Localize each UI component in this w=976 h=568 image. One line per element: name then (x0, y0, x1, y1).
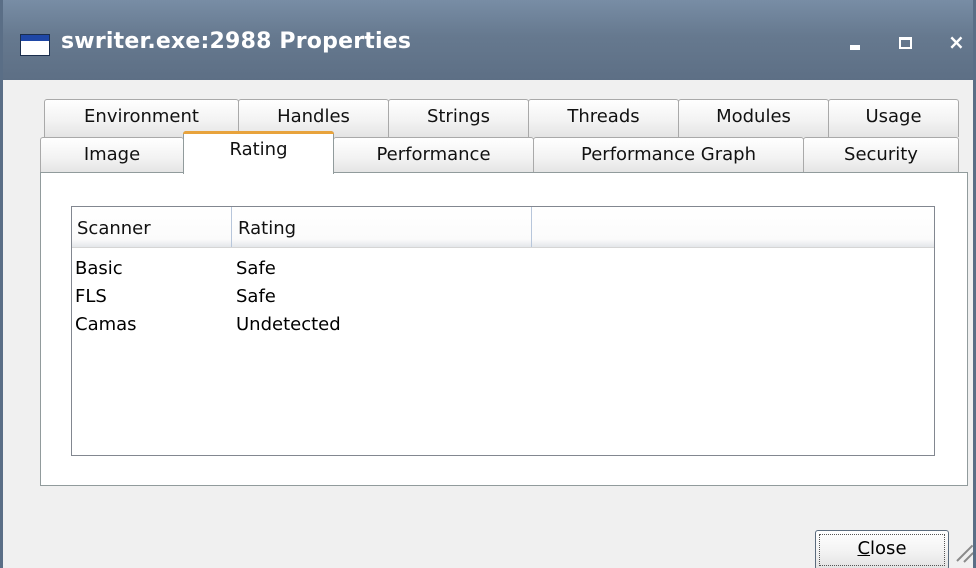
table-row[interactable]: Basic Safe (72, 255, 934, 283)
rating-cell: Safe (236, 286, 276, 307)
column-header-scanner[interactable]: Scanner (72, 207, 232, 247)
scanner-cell: Camas (75, 314, 137, 335)
rating-cell: Undetected (236, 314, 341, 335)
table-row[interactable]: Camas Undetected (72, 311, 934, 339)
resize-grip-icon[interactable] (953, 540, 973, 563)
rating-list-view[interactable]: Scanner Rating Basic Safe FLS Safe Camas… (71, 206, 935, 456)
title-bar[interactable]: swriter.exe:2988 Properties × (3, 0, 973, 80)
table-row[interactable]: FLS Safe (72, 283, 934, 311)
close-icon: × (948, 30, 965, 54)
tab-performance-graph[interactable]: Performance Graph (533, 137, 804, 173)
tab-usage[interactable]: Usage (828, 99, 959, 137)
scanner-cell: Basic (75, 258, 123, 279)
tab-rating[interactable]: Rating (183, 131, 334, 174)
tab-threads[interactable]: Threads (528, 99, 679, 137)
rating-cell: Safe (236, 258, 276, 279)
maximize-button[interactable] (890, 28, 920, 58)
column-header-rating[interactable]: Rating (232, 207, 532, 247)
tab-performance[interactable]: Performance (333, 137, 534, 173)
tab-modules[interactable]: Modules (678, 99, 829, 137)
close-button[interactable]: Close (815, 530, 949, 568)
tab-security[interactable]: Security (803, 137, 959, 173)
properties-window: swriter.exe:2988 Properties × Environmen… (0, 0, 976, 568)
tab-image[interactable]: Image (40, 137, 184, 173)
list-header: Scanner Rating (72, 207, 934, 248)
tab-strings[interactable]: Strings (388, 99, 529, 137)
minimize-button[interactable] (839, 28, 869, 58)
window-app-icon (20, 34, 50, 56)
scanner-cell: FLS (75, 286, 107, 307)
maximize-icon (899, 37, 912, 49)
close-button-label: Close (857, 538, 907, 559)
close-window-button[interactable]: × (941, 28, 971, 58)
rating-tab-panel: Scanner Rating Basic Safe FLS Safe Camas… (40, 172, 968, 486)
column-header-empty[interactable] (532, 207, 934, 247)
window-title: swriter.exe:2988 Properties (61, 29, 412, 54)
minimize-icon (850, 45, 860, 50)
